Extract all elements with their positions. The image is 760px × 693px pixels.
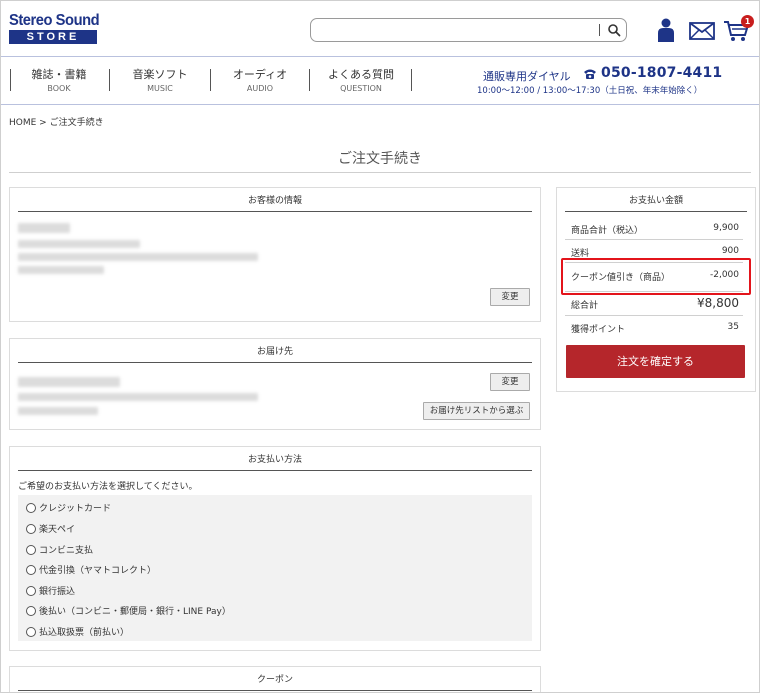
payment-option-label: 後払い（コンビニ・郵便局・銀行・LINE Pay）: [39, 607, 231, 617]
nav-divider: [411, 69, 412, 91]
payment-option-label: 楽天ペイ: [39, 525, 76, 535]
search-divider: [599, 24, 600, 36]
radio-button[interactable]: [26, 586, 36, 596]
nav-item-music[interactable]: 音楽ソフト MUSIC: [110, 68, 210, 94]
radio-button[interactable]: [26, 503, 36, 513]
delivery-title: お届け先: [18, 339, 532, 363]
shipping-value: 900: [721, 246, 739, 256]
nav-item-label: 音楽ソフト: [132, 68, 188, 81]
payment-option-label: 代金引換（ヤマトコレクト）: [39, 566, 157, 576]
phone-hours: 10:00～12:00 / 13:00～17:30（土日祝、年末年始除く）: [477, 86, 703, 96]
payment-option-label: 払込取扱票（前払い）: [39, 628, 130, 638]
user-icon[interactable]: [657, 18, 675, 42]
coupon-highlight-box: [561, 258, 751, 295]
search-input[interactable]: [319, 22, 599, 38]
title-divider: [9, 172, 751, 173]
subtotal-value: 9,900: [713, 223, 739, 233]
radio-button[interactable]: [26, 627, 36, 637]
redacted-text: [18, 393, 258, 401]
redacted-text: [18, 240, 140, 248]
payment-option-deferred-payment[interactable]: 後払い（コンビニ・郵便局・銀行・LINE Pay）: [26, 604, 231, 617]
main-nav: 雑誌・書籍 BOOK 音楽ソフト MUSIC オーディオ AUDIO よくある質…: [1, 56, 759, 105]
delivery-change-button[interactable]: 変更: [490, 373, 530, 391]
search-icon[interactable]: [607, 23, 621, 37]
nav-item-label: 雑誌・書籍: [31, 68, 87, 81]
radio-button[interactable]: [26, 606, 36, 616]
nav-item-sublabel: AUDIO: [246, 84, 274, 93]
logo-store-label: STORE: [9, 30, 97, 44]
redacted-text: [18, 407, 98, 415]
coupon-title: クーポン: [18, 667, 532, 691]
payment-option-prepaid-slip[interactable]: 払込取扱票（前払い）: [26, 625, 129, 638]
points-value: 35: [727, 322, 739, 332]
payment-summary-title: お支払い金額: [565, 188, 747, 212]
customer-info-title: お客様の情報: [18, 188, 532, 212]
summary-divider: [565, 239, 743, 240]
payment-intro-text: ご希望のお支払い方法を選択してください。: [18, 482, 198, 492]
nav-item-question[interactable]: よくある質問 QUESTION: [310, 68, 412, 94]
payment-option-convenience-store[interactable]: コンビニ支払: [26, 543, 93, 556]
payment-option-label: クレジットカード: [39, 504, 112, 514]
summary-divider: [565, 315, 743, 316]
payment-option-rakuten-pay[interactable]: 楽天ペイ: [26, 522, 75, 535]
payment-options-list: クレジットカード 楽天ペイ コンビニ支払 代金引換（ヤマトコレクト） 銀行振込 …: [18, 495, 532, 641]
mail-icon[interactable]: [689, 22, 715, 40]
total-value: ¥8,800: [697, 296, 739, 310]
radio-button[interactable]: [26, 524, 36, 534]
coupon-panel: クーポン: [9, 666, 541, 692]
radio-button[interactable]: [26, 565, 36, 575]
payment-option-label: コンビニ支払: [39, 546, 94, 556]
points-label: 獲得ポイント: [571, 325, 626, 335]
customer-change-button[interactable]: 変更: [490, 288, 530, 306]
phone-info: 通販専用ダイヤル 050-1807-4411 10:00～12:00 / 13:…: [477, 65, 749, 96]
nav-item-label: よくある質問: [328, 68, 394, 81]
payment-option-bank-transfer[interactable]: 銀行振込: [26, 584, 75, 597]
nav-item-sublabel: MUSIC: [147, 84, 173, 93]
redacted-text: [18, 253, 258, 261]
total-label: 総合計: [571, 301, 599, 311]
payment-option-label: 銀行振込: [39, 587, 76, 597]
nav-item-sublabel: BOOK: [47, 84, 71, 93]
cart-count-badge: 1: [741, 15, 754, 28]
nav-item-book[interactable]: 雑誌・書籍 BOOK: [11, 68, 107, 94]
page-title: ご注文手続き: [338, 151, 422, 167]
subtotal-label: 商品合計（税込）: [571, 226, 644, 236]
page: Stereo Sound STORE 1 雑誌・書籍 BOOK 音楽ソフト MU…: [0, 0, 760, 693]
nav-item-sublabel: QUESTION: [340, 84, 382, 93]
logo-text: Stereo Sound: [9, 12, 100, 29]
confirm-order-button[interactable]: 注文を確定する: [566, 345, 745, 378]
customer-info-panel: お客様の情報 変更: [9, 187, 541, 322]
phone-icon: [584, 69, 596, 79]
payment-method-panel: お支払い方法 ご希望のお支払い方法を選択してください。 クレジットカード 楽天ペ…: [9, 446, 541, 651]
payment-method-title: お支払い方法: [18, 447, 532, 471]
search-box: [310, 18, 627, 42]
redacted-text: [18, 266, 104, 274]
payment-option-credit-card[interactable]: クレジットカード: [26, 501, 111, 514]
store-logo[interactable]: Stereo Sound STORE: [9, 12, 100, 44]
nav-item-audio[interactable]: オーディオ AUDIO: [211, 68, 309, 94]
delivery-panel: お届け先 変更 お届け先リストから選ぶ: [9, 338, 541, 430]
redacted-text: [18, 223, 70, 233]
redacted-text: [18, 377, 120, 387]
breadcrumb: HOME > ご注文手続き: [9, 118, 104, 128]
phone-number[interactable]: 050-1807-4411: [601, 65, 722, 81]
phone-label: 通販専用ダイヤル: [483, 70, 571, 83]
radio-button[interactable]: [26, 545, 36, 555]
nav-item-label: オーディオ: [232, 68, 288, 81]
payment-option-cash-on-delivery[interactable]: 代金引換（ヤマトコレクト）: [26, 563, 156, 576]
delivery-list-button[interactable]: お届け先リストから選ぶ: [423, 402, 530, 420]
